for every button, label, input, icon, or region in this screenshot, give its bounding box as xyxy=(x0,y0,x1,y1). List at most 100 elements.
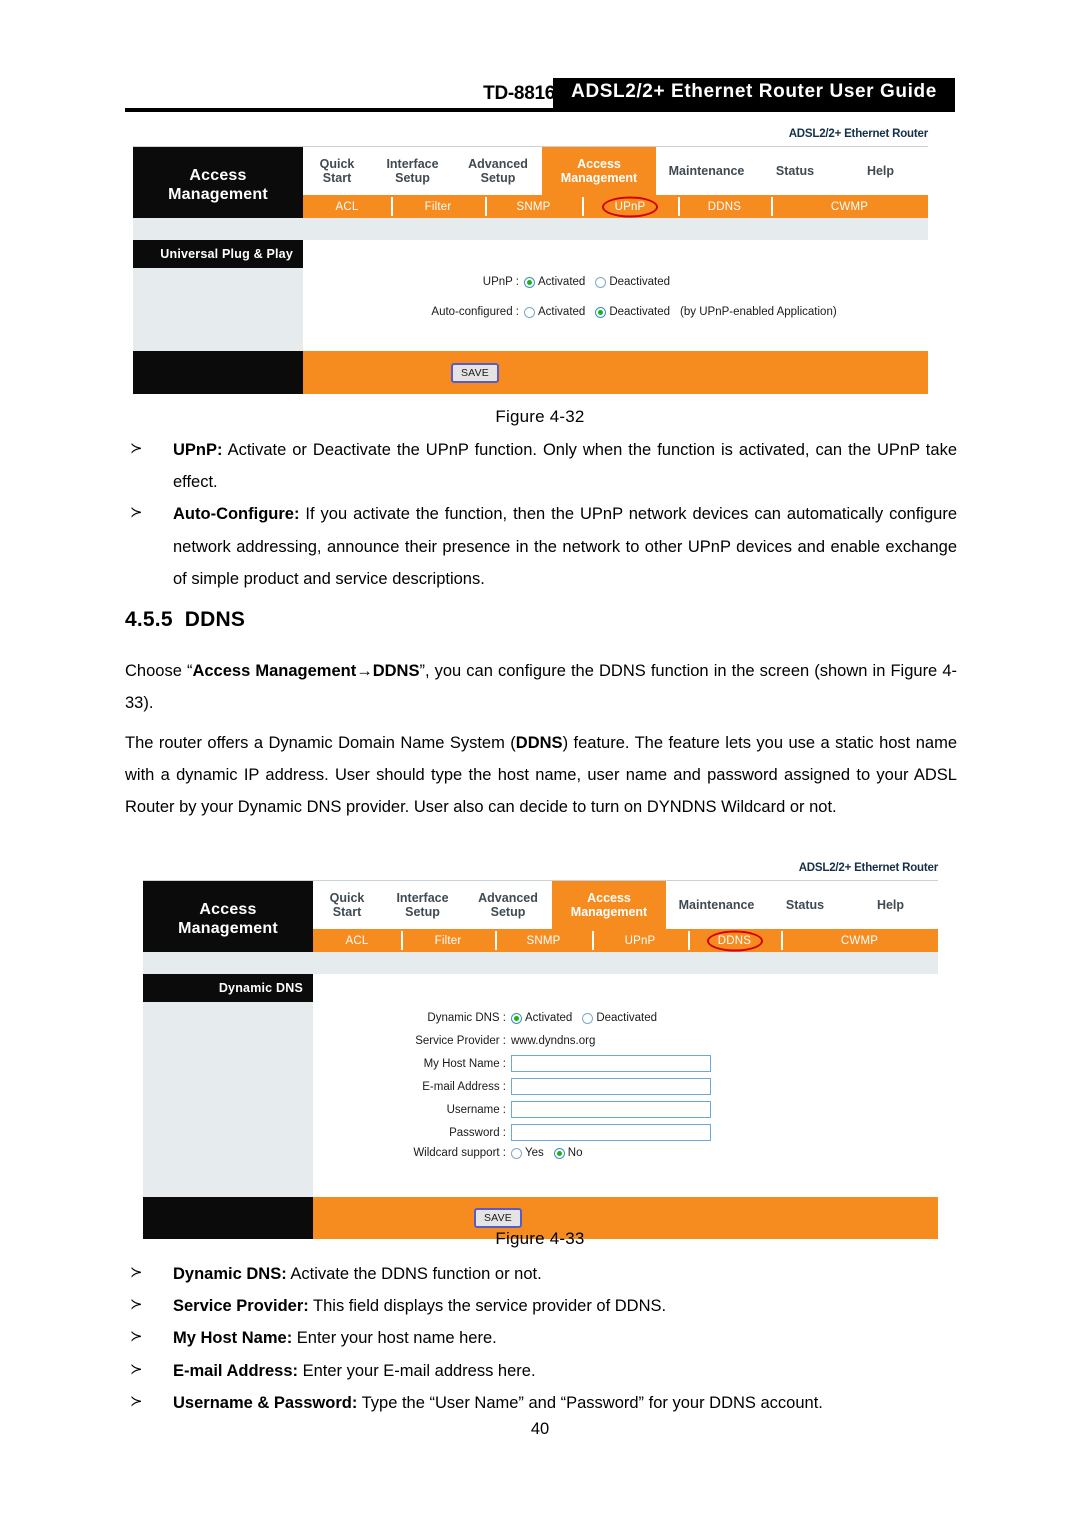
form-row-my-host-name: My Host Name : xyxy=(313,1055,938,1072)
subtab-filter[interactable]: Filter xyxy=(391,195,485,218)
radio-option-autoconfig-activated[interactable]: Activated xyxy=(524,306,585,318)
email-address-input[interactable] xyxy=(511,1078,711,1095)
para-bold-term: DDNS xyxy=(515,734,563,752)
label-service-provider: Service Provider : xyxy=(415,1035,506,1047)
subtab-cwmp[interactable]: CWMP xyxy=(781,929,938,952)
section-heading-ddns: 4.5.5 DDNS xyxy=(125,608,245,632)
form-row-email-address: E-mail Address : xyxy=(313,1078,938,1095)
bullet-arrow-icon: ≻ xyxy=(130,1264,143,1281)
tab-label: Interface xyxy=(386,156,439,171)
form-row-password: Password : xyxy=(313,1124,938,1141)
subtab-label: SNMP xyxy=(526,934,561,947)
router-main-tabs: Quick Start Interface Setup Advanced Set… xyxy=(303,147,928,195)
tab-help[interactable]: Help xyxy=(833,147,928,195)
bullet-text: Activate or Deactivate the UPnP function… xyxy=(173,441,957,492)
my-host-name-input[interactable] xyxy=(511,1055,711,1072)
subtab-label: ACL xyxy=(345,934,369,947)
para-bold-path: Access Management→DDNS xyxy=(192,662,420,680)
router-sub-tabs: ACL Filter SNMP UPnP DDNS CWMP xyxy=(303,195,928,218)
tab-quick-start[interactable]: Quick Start xyxy=(313,881,381,929)
bullet-username-password: ≻ Username & Password: Type the “User Na… xyxy=(125,1387,957,1419)
subtab-snmp[interactable]: SNMP xyxy=(485,195,582,218)
radio-option-wildcard-no[interactable]: No xyxy=(553,1147,583,1159)
subtab-ddns[interactable]: DDNS xyxy=(688,929,781,952)
bullet-text: This field displays the service provider… xyxy=(308,1297,667,1316)
router-footer-right: SAVE xyxy=(303,351,928,394)
para-pre: The router offers a Dynamic Domain Name … xyxy=(125,734,516,752)
section-title-universal-plug-and-play: Universal Plug & Play xyxy=(133,240,303,268)
radio-label: Activated xyxy=(525,1012,573,1024)
tab-label: Advanced xyxy=(468,156,528,171)
radio-option-upnp-activated[interactable]: Activated xyxy=(524,276,585,288)
save-button[interactable]: SAVE xyxy=(451,362,499,383)
subtab-acl[interactable]: ACL xyxy=(303,195,391,218)
subtab-snmp[interactable]: SNMP xyxy=(495,929,592,952)
subtab-label: DDNS xyxy=(707,200,742,213)
router-logo-line2: Management xyxy=(168,186,268,203)
header-model-number: TD-8816 xyxy=(483,83,555,104)
tab-access-management[interactable]: Access Management xyxy=(542,147,656,195)
radio-button-icon xyxy=(595,276,607,288)
auto-configured-note: (by UPnP-enabled Application) xyxy=(680,306,837,318)
bullet-arrow-icon: ≻ xyxy=(130,1328,143,1346)
subtab-filter[interactable]: Filter xyxy=(401,929,495,952)
bullet-dynamic-dns: ≻ Dynamic DNS: Activate the DDNS functio… xyxy=(125,1258,957,1290)
tab-maintenance[interactable]: Maintenance xyxy=(656,147,757,195)
form-row-service-provider: Service Provider : www.dyndns.org xyxy=(313,1035,938,1047)
tab-status[interactable]: Status xyxy=(767,881,843,929)
bullet-my-host-name: ≻ My Host Name: Enter your host name her… xyxy=(125,1322,957,1354)
subtab-label: CWMP xyxy=(840,934,879,947)
tab-label: Access xyxy=(587,890,631,905)
bullet-text: Enter your E-mail address here. xyxy=(298,1361,536,1380)
radio-option-wildcard-yes[interactable]: Yes xyxy=(511,1147,544,1159)
header-title: ADSL2/2+ Ethernet Router User Guide xyxy=(553,78,955,108)
section-number: 4.5.5 xyxy=(125,608,173,631)
radio-label: Deactivated xyxy=(609,276,671,288)
password-input[interactable] xyxy=(511,1124,711,1141)
tab-status[interactable]: Status xyxy=(757,147,833,195)
router-logo-line1: Access xyxy=(199,901,257,919)
tab-label-2: Setup xyxy=(405,905,440,919)
username-input[interactable] xyxy=(511,1101,711,1118)
bullet-arrow-icon: ≻ xyxy=(130,1296,143,1314)
tab-advanced-setup[interactable]: Advanced Setup xyxy=(454,147,542,195)
bullet-service-provider: ≻ Service Provider: This field displays … xyxy=(125,1290,957,1322)
subtab-acl[interactable]: ACL xyxy=(313,929,401,952)
subtab-label: SNMP xyxy=(516,200,551,213)
label-username: Username : xyxy=(446,1103,506,1116)
router-screenshot-upnp: ADSL2/2+ Ethernet Router Access Manageme… xyxy=(133,128,928,398)
tab-interface-setup[interactable]: Interface Setup xyxy=(371,147,454,195)
tab-quick-start[interactable]: Quick Start xyxy=(303,147,371,195)
form-row-wildcard-support: Wildcard support : Yes No xyxy=(313,1147,938,1159)
subtab-cwmp[interactable]: CWMP xyxy=(771,195,928,218)
bullet-term: My Host Name: xyxy=(173,1329,293,1348)
radio-button-icon xyxy=(595,306,607,318)
label-wildcard-support: Wildcard support : xyxy=(413,1147,506,1159)
radio-option-upnp-deactivated[interactable]: Deactivated xyxy=(595,276,670,288)
router-left-column xyxy=(133,268,303,351)
bullet-term: Username & Password: xyxy=(173,1393,358,1412)
tab-maintenance[interactable]: Maintenance xyxy=(666,881,767,929)
subtab-label: Filter xyxy=(434,934,462,947)
radio-option-ddns-activated[interactable]: Activated xyxy=(511,1012,572,1024)
subtab-upnp[interactable]: UPnP xyxy=(582,195,678,218)
bullet-term: Service Provider: xyxy=(173,1297,309,1316)
router-logo-line2: Management xyxy=(178,920,278,937)
radio-option-autoconfig-deactivated[interactable]: Deactivated xyxy=(595,306,670,318)
radio-button-icon xyxy=(511,1012,522,1024)
tab-label: Access xyxy=(577,156,621,171)
tab-access-management[interactable]: Access Management xyxy=(552,881,666,929)
router-brand-label: ADSL2/2+ Ethernet Router xyxy=(788,128,929,140)
tab-interface-setup[interactable]: Interface Setup xyxy=(381,881,464,929)
router-divider-band xyxy=(143,952,938,974)
tab-label: Interface xyxy=(396,890,449,905)
subtab-upnp[interactable]: UPnP xyxy=(592,929,688,952)
radio-label: Deactivated xyxy=(596,1012,658,1024)
radio-label: No xyxy=(567,1147,583,1159)
save-button[interactable]: SAVE xyxy=(474,1208,522,1228)
tab-help[interactable]: Help xyxy=(843,881,938,929)
router-left-column xyxy=(143,1002,313,1197)
radio-option-ddns-deactivated[interactable]: Deactivated xyxy=(582,1012,657,1024)
subtab-ddns[interactable]: DDNS xyxy=(678,195,771,218)
tab-advanced-setup[interactable]: Advanced Setup xyxy=(464,881,552,929)
